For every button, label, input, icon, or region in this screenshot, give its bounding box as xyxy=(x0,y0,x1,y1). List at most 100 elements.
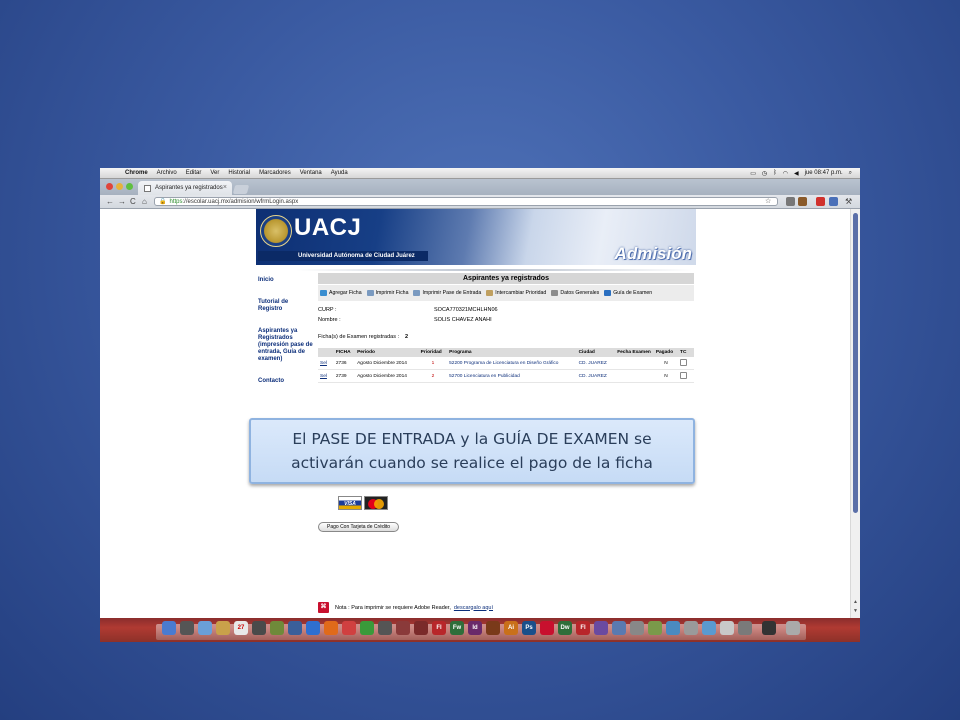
ciudad-cell: CD. JUAREZ xyxy=(576,369,616,383)
tc-checkbox[interactable] xyxy=(680,358,688,366)
imprimir-pase-button[interactable]: Imprimir Pase de Entrada xyxy=(413,290,481,296)
battery-icon[interactable]: ▭ xyxy=(750,170,756,177)
card-logos: VISA xyxy=(338,496,388,510)
extension-icon[interactable] xyxy=(829,197,838,206)
app-icon[interactable] xyxy=(648,621,662,635)
volume-icon[interactable]: ◀ xyxy=(794,170,799,177)
header-divider xyxy=(296,269,692,271)
indesign-icon[interactable]: Id xyxy=(468,621,482,635)
reload-icon[interactable]: C xyxy=(130,196,136,207)
guia-examen-button[interactable]: Guía de Examen xyxy=(604,290,652,296)
menu-editar[interactable]: Editar xyxy=(186,170,202,176)
app-icon[interactable] xyxy=(702,621,716,635)
column-header: TC xyxy=(678,348,694,357)
app-icon[interactable] xyxy=(486,621,500,635)
dashboard-icon[interactable] xyxy=(180,621,194,635)
nav-tutorial-registro[interactable]: Tutorial de Registro xyxy=(258,299,314,313)
extension-icon[interactable] xyxy=(786,197,795,206)
tc-checkbox[interactable] xyxy=(680,371,688,379)
photoshop-icon[interactable]: Ps xyxy=(522,621,536,635)
acrobat-icon[interactable] xyxy=(540,621,554,635)
menu-archivo[interactable]: Archivo xyxy=(157,170,177,176)
close-window-icon[interactable] xyxy=(106,183,113,190)
menu-ayuda[interactable]: Ayuda xyxy=(331,170,348,176)
scroll-up-icon[interactable]: ▲ xyxy=(852,599,859,606)
spotlight-icon[interactable]: ⌕ xyxy=(849,170,852,177)
scrollbar-thumb[interactable] xyxy=(853,213,858,513)
programa-cell: 52200 Programa de Licenciatura en Diseño… xyxy=(447,357,577,370)
minimize-window-icon[interactable] xyxy=(116,183,123,190)
wrench-icon[interactable]: ⚒ xyxy=(845,196,852,207)
intercambiar-prioridad-button[interactable]: Intercambiar Prioridad xyxy=(486,290,546,296)
pencil-icon xyxy=(604,290,612,296)
nav-contacto[interactable]: Contacto xyxy=(258,378,314,385)
menu-historial[interactable]: Historial xyxy=(228,170,250,176)
finder-icon[interactable] xyxy=(162,621,176,635)
back-arrow-icon[interactable]: ← xyxy=(106,196,114,207)
forward-arrow-icon[interactable]: → xyxy=(118,196,126,207)
extension-icon[interactable] xyxy=(798,197,807,206)
fecha-cell xyxy=(615,357,654,370)
app-icon[interactable] xyxy=(720,621,734,635)
menu-app-name[interactable]: Chrome xyxy=(125,170,148,176)
chrome-icon[interactable] xyxy=(360,621,374,635)
illustrator-icon[interactable]: Ai xyxy=(504,621,518,635)
vertical-scrollbar[interactable]: ▲ ▼ xyxy=(850,209,860,618)
app-icon[interactable] xyxy=(414,621,428,635)
tab-aspirantes[interactable]: Aspirantes ya registrados × xyxy=(138,181,232,195)
wifi-icon[interactable]: ◠ xyxy=(783,170,788,177)
address-bar[interactable]: 🔒 https://escolar.uacj.mx/admision/wfrmLo… xyxy=(154,197,778,206)
tab-close-icon[interactable]: × xyxy=(223,184,227,191)
menu-ver[interactable]: Ver xyxy=(210,170,219,176)
app-icon[interactable] xyxy=(666,621,680,635)
home-icon[interactable]: ⌂ xyxy=(142,196,147,207)
app-icon[interactable] xyxy=(684,621,698,635)
applicant-info: CURP : SOCA770321MCHLHN06 Nombre : SOLIS… xyxy=(318,305,694,333)
main-content: Aspirantes ya registrados Agregar Ficha … xyxy=(318,273,694,383)
app-icon[interactable] xyxy=(630,621,644,635)
flash-icon[interactable]: Fl xyxy=(432,621,446,635)
menu-marcadores[interactable]: Marcadores xyxy=(259,170,291,176)
menu-clock[interactable]: jue 08:47 p.m. xyxy=(805,170,843,176)
app-icon[interactable] xyxy=(738,621,752,635)
app-icon[interactable] xyxy=(612,621,626,635)
app-icon[interactable] xyxy=(594,621,608,635)
scroll-down-icon[interactable]: ▼ xyxy=(852,608,859,615)
bookmark-star-icon[interactable]: ☆ xyxy=(765,196,771,207)
adblock-icon[interactable] xyxy=(816,197,825,206)
mail-icon[interactable] xyxy=(198,621,212,635)
agregar-ficha-button[interactable]: Agregar Ficha xyxy=(320,290,362,296)
calendar-icon[interactable]: 27 xyxy=(234,621,248,635)
swap-icon xyxy=(486,290,494,296)
tc-cell xyxy=(678,369,694,383)
bluetooth-icon[interactable]: ᛒ xyxy=(773,170,777,176)
url-scheme: https xyxy=(169,199,183,205)
fireworks-icon[interactable]: Fw xyxy=(450,621,464,635)
app-icon[interactable] xyxy=(342,621,356,635)
app-icon[interactable] xyxy=(216,621,230,635)
trash-icon[interactable] xyxy=(786,621,800,635)
app-icon[interactable] xyxy=(378,621,392,635)
firefox-icon[interactable] xyxy=(324,621,338,635)
download-reader-link[interactable]: descargalo aquí xyxy=(454,605,493,611)
select-link[interactable]: Sel xyxy=(318,357,334,370)
app-icon[interactable] xyxy=(762,621,776,635)
tab-title: Aspirantes ya registrados xyxy=(155,185,223,191)
dreamweaver-icon[interactable]: Dw xyxy=(558,621,572,635)
timemachine-icon[interactable]: ◷ xyxy=(762,170,767,177)
select-link[interactable]: Sel xyxy=(318,369,334,383)
nav-inicio[interactable]: Inicio xyxy=(258,277,314,284)
flash-icon[interactable]: Fl xyxy=(576,621,590,635)
app-icon[interactable] xyxy=(270,621,284,635)
pay-credit-card-button[interactable]: Pago Con Tarjeta de Crédito xyxy=(318,522,400,532)
menu-ventana[interactable]: Ventana xyxy=(300,170,322,176)
app-icon[interactable] xyxy=(306,621,320,635)
new-tab-button[interactable] xyxy=(232,185,250,194)
nav-aspirantes-registrados[interactable]: Aspirantes ya Registrados (impresión pas… xyxy=(258,328,314,363)
app-icon[interactable] xyxy=(288,621,302,635)
imprimir-ficha-button[interactable]: Imprimir Ficha xyxy=(366,290,408,296)
app-icon[interactable] xyxy=(396,621,410,635)
zoom-window-icon[interactable] xyxy=(126,183,133,190)
app-icon[interactable] xyxy=(252,621,266,635)
datos-generales-button[interactable]: Datos Generales xyxy=(551,290,599,296)
